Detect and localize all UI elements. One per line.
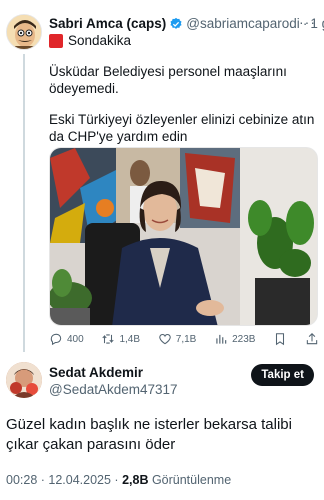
- quoted-author-handle[interactable]: @sabriamcaparodi: [186, 16, 300, 31]
- quoted-author-name[interactable]: Sabri Amca (caps): [49, 16, 166, 31]
- red-square-icon: [49, 33, 63, 48]
- quoted-tweet-header: Sabri Amca (caps) @sabriamcaparodi · 1 g: [49, 16, 324, 31]
- sondakika-tag: Sondakika: [49, 33, 131, 48]
- more-options-icon[interactable]: ···: [299, 14, 316, 30]
- main-author-handle[interactable]: @SedatAkdem47317: [49, 382, 178, 397]
- quoted-tweet-photo[interactable]: [49, 147, 318, 326]
- sabri-amca-avatar[interactable]: [6, 14, 42, 50]
- tweet-meta: 00:28 · 12.04.2025 · 2,8B Görüntülenme: [6, 473, 231, 487]
- reply-icon: [50, 333, 62, 346]
- retweet-icon: [102, 334, 115, 344]
- sedat-akdemir-avatar[interactable]: [6, 362, 42, 398]
- tweet-views-label: Görüntülenme: [148, 473, 232, 487]
- share-button[interactable]: [305, 332, 319, 346]
- like-button[interactable]: 7,1B: [158, 332, 197, 346]
- bookmark-button[interactable]: [273, 332, 287, 346]
- views-count: 223B: [232, 333, 256, 345]
- verified-badge-icon: [170, 17, 182, 29]
- main-tweet-text: Güzel kadın başlık ne isterler bekarsa t…: [6, 416, 292, 453]
- reply-button[interactable]: 400: [49, 332, 84, 346]
- follow-button[interactable]: Takip et: [251, 364, 314, 386]
- quoted-tweet[interactable]: Sabri Amca (caps) @sabriamcaparodi · 1 g…: [0, 0, 324, 356]
- share-icon: [306, 333, 318, 345]
- thread-connector-line: [23, 54, 25, 352]
- views-button[interactable]: 223B: [214, 332, 255, 346]
- quoted-tweet-actions: 400 1,4B 7,1B 223B: [49, 330, 319, 348]
- tweet-timestamp[interactable]: 00:28 · 12.04.2025 ·: [6, 473, 122, 487]
- main-author-name[interactable]: Sedat Akdemir: [49, 365, 143, 380]
- tweet-views-count: 2,8B: [122, 473, 149, 487]
- heart-icon: [159, 334, 171, 345]
- views-chart-icon: [216, 334, 227, 344]
- quoted-tweet-text-line2: Eski Türkiyeyi özleyenler elinizi cebini…: [49, 112, 315, 144]
- retweet-count: 1,4B: [119, 333, 141, 345]
- reply-count: 400: [67, 333, 84, 345]
- sondakika-text: Sondakika: [68, 33, 132, 48]
- like-count: 7,1B: [175, 333, 197, 345]
- retweet-button[interactable]: 1,4B: [101, 332, 140, 346]
- quoted-tweet-text-line1: Üsküdar Belediyesi personel maaşlarını ö…: [49, 64, 287, 96]
- bookmark-icon: [276, 333, 285, 346]
